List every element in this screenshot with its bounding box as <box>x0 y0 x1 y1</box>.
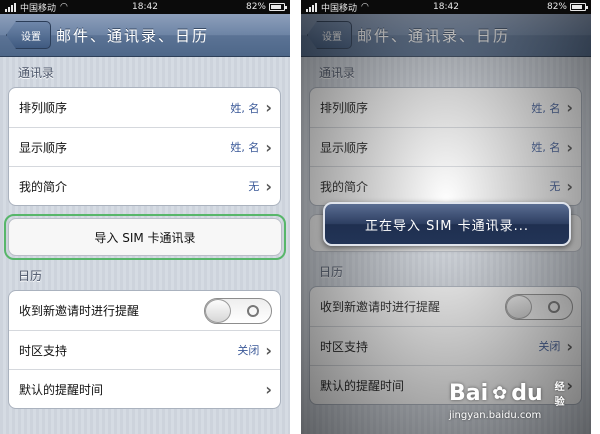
carrier-label: 中国移动 <box>321 3 358 14</box>
cell-display-order[interactable]: 显示顺序 姓, 名 › <box>310 127 581 166</box>
progress-hud: 正在导入 SIM 卡通讯录... <box>323 202 571 246</box>
section-header-calendar: 日历 <box>319 265 344 279</box>
chevron-right-icon: › <box>265 98 272 117</box>
back-button-settings[interactable]: 设置 <box>307 21 352 49</box>
cell-label: 收到新邀请时进行提醒 <box>320 300 441 314</box>
back-button-settings[interactable]: 设置 <box>6 21 51 49</box>
cell-label: 默认的提醒时间 <box>320 378 405 393</box>
cell-default-alert-time[interactable]: 默认的提醒时间 › <box>310 365 581 404</box>
phone-screen-right: 中国移动 ◠ 18:42 82% 设置 邮件、通讯录、日历 通讯录 排列顺序 姓… <box>301 0 591 434</box>
cell-value: 关闭 <box>538 340 561 353</box>
cell-label: 排列顺序 <box>19 101 68 115</box>
chevron-right-icon: › <box>265 137 272 157</box>
watermark-url: jingyan.baidu.com <box>449 410 542 421</box>
cell-value: 无 <box>549 180 561 193</box>
status-bar: 中国移动 ◠ 18:42 82% <box>0 0 290 14</box>
cell-label: 时区支持 <box>320 339 369 354</box>
chevron-right-icon: › <box>566 375 573 395</box>
section-header-contacts: 通讯录 <box>18 66 55 80</box>
contacts-group: 排列顺序 姓, 名 › 显示顺序 姓, 名 › 我的简介 无 › <box>8 87 281 206</box>
page-title: 邮件、通讯录、日历 <box>56 26 210 45</box>
cell-label: 显示顺序 <box>320 140 369 155</box>
toggle-off-icon <box>247 304 259 317</box>
navigation-bar: 设置 邮件、通讯录、日历 <box>0 14 290 57</box>
section-header-calendar: 日历 <box>18 269 43 283</box>
navigation-bar: 设置 邮件、通讯录、日历 <box>301 14 591 57</box>
cell-time-zone-support[interactable]: 时区支持 关闭 › <box>9 330 280 369</box>
cell-value: 关闭 <box>237 344 260 357</box>
chevron-right-icon: › <box>265 379 272 399</box>
contacts-group: 排列顺序 姓, 名 › 显示顺序 姓, 名 › 我的简介 无 › <box>309 87 582 206</box>
cell-display-order[interactable]: 显示顺序 姓, 名 › <box>9 127 280 166</box>
cell-label: 收到新邀请时进行提醒 <box>19 304 140 318</box>
cell-value: 姓, 名 <box>531 101 561 115</box>
cell-label: 排列顺序 <box>320 101 369 115</box>
import-sim-contacts-button[interactable]: 导入 SIM 卡通讯录 <box>8 218 282 256</box>
status-bar: 中国移动 ◠ 18:42 82% <box>301 0 591 14</box>
calendar-group: 收到新邀请时进行提醒 时区支持 关闭 › 默认的提醒时间 › <box>309 286 582 405</box>
cell-new-invite-alert: 收到新邀请时进行提醒 <box>9 291 280 330</box>
invite-alert-toggle[interactable] <box>505 293 573 320</box>
cell-time-zone-support[interactable]: 时区支持 关闭 › <box>310 326 581 365</box>
battery-percent: 82% <box>546 2 567 12</box>
cell-label: 显示顺序 <box>19 140 68 155</box>
page-title: 邮件、通讯录、日历 <box>357 26 511 45</box>
carrier-label: 中国移动 <box>20 3 57 14</box>
chevron-right-icon: › <box>566 176 573 196</box>
cell-value: 姓, 名 <box>230 141 260 154</box>
cell-default-alert-time[interactable]: 默认的提醒时间 › <box>9 369 280 408</box>
cell-value: 姓, 名 <box>230 101 260 115</box>
battery-icon <box>570 3 588 11</box>
battery-percent: 82% <box>245 2 266 12</box>
chevron-right-icon: › <box>566 137 573 157</box>
chevron-right-icon: › <box>566 336 573 356</box>
chevron-right-icon: › <box>566 98 573 117</box>
signal-icon <box>306 2 317 12</box>
invite-alert-toggle[interactable] <box>204 297 272 324</box>
cell-value: 姓, 名 <box>531 141 561 154</box>
cell-label: 我的简介 <box>19 179 68 194</box>
import-highlight: 导入 SIM 卡通讯录 <box>4 214 286 260</box>
calendar-group: 收到新邀请时进行提醒 时区支持 关闭 › 默认的提醒时间 › <box>8 290 281 409</box>
cell-new-invite-alert: 收到新邀请时进行提醒 <box>310 287 581 326</box>
battery-icon <box>269 3 287 11</box>
cell-my-info[interactable]: 我的简介 无 › <box>9 166 280 205</box>
cell-sort-order[interactable]: 排列顺序 姓, 名 › <box>310 88 581 127</box>
toggle-knob <box>506 294 532 319</box>
chevron-right-icon: › <box>265 176 272 196</box>
phone-screen-left: 中国移动 ◠ 18:42 82% 设置 邮件、通讯录、日历 通讯录 排列顺序 姓… <box>0 0 290 434</box>
section-header-contacts: 通讯录 <box>319 66 356 80</box>
wifi-icon: ◠ <box>361 2 369 12</box>
wifi-icon: ◠ <box>60 2 68 12</box>
toggle-off-icon <box>548 300 560 313</box>
signal-icon <box>5 2 16 12</box>
cell-sort-order[interactable]: 排列顺序 姓, 名 › <box>9 88 280 127</box>
cell-label: 我的简介 <box>320 179 369 194</box>
cell-label: 时区支持 <box>19 343 68 358</box>
cell-my-info[interactable]: 我的简介 无 › <box>310 166 581 205</box>
cell-value: 无 <box>248 180 260 193</box>
toggle-knob <box>205 298 231 323</box>
cell-label: 默认的提醒时间 <box>19 382 104 397</box>
chevron-right-icon: › <box>265 340 272 360</box>
